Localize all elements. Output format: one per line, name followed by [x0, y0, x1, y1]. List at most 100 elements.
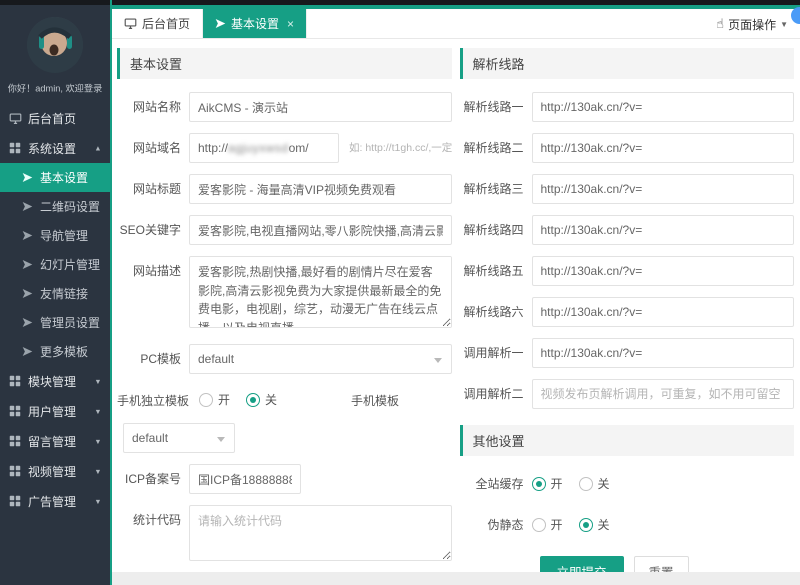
- form-row-call-parse-2: 调用解析二: [460, 379, 795, 409]
- call-parse-1-input[interactable]: [532, 338, 795, 368]
- form-row-site-name: 网站名称: [117, 92, 452, 122]
- mobile-independent-on-radio[interactable]: 开: [199, 385, 230, 415]
- tab-basic-settings[interactable]: 基本设置 ×: [203, 9, 307, 38]
- sidebar-item-admin-settings[interactable]: 管理员设置: [0, 308, 110, 337]
- sidebar-item-nav-management[interactable]: 导航管理: [0, 221, 110, 250]
- page-actions-label: 页面操作: [728, 16, 776, 33]
- sidebar-item-friend-links[interactable]: 友情链接: [0, 279, 110, 308]
- chevron-down-icon: ▼: [94, 377, 101, 385]
- chevron-down-icon: ▼: [94, 437, 101, 445]
- form-row-pc-template: PC模板 default: [117, 344, 452, 374]
- field-label: 调用解析一: [460, 338, 532, 368]
- sidebar-item-qrcode-settings[interactable]: 二维码设置: [0, 192, 110, 221]
- seo-keywords-input[interactable]: [189, 215, 452, 245]
- parse-line-4-input[interactable]: [532, 215, 795, 245]
- parse-line-1-input[interactable]: [532, 92, 795, 122]
- site-title-input[interactable]: [189, 174, 452, 204]
- rewrite-on-radio[interactable]: 开: [532, 510, 563, 540]
- radio-icon: [579, 518, 593, 532]
- parse-line-3-input[interactable]: [532, 174, 795, 204]
- sidebar-item-slides-management[interactable]: 幻灯片管理: [0, 250, 110, 279]
- sidebar: 你好！admin, 欢迎登录 后台首页 系统设置 ▲ 基本设置 二维码设置 导航…: [0, 5, 110, 585]
- hand-pointer-icon: ☝: [716, 16, 724, 32]
- cache-off-radio[interactable]: 关: [579, 469, 610, 499]
- domain-prefix: http://: [198, 141, 228, 155]
- modules-icon: [8, 464, 22, 478]
- radio-label: 开: [551, 510, 563, 540]
- tab-home[interactable]: 后台首页: [112, 9, 203, 38]
- sidebar-group-system[interactable]: 系统设置 ▲: [0, 133, 110, 163]
- sidebar-group-users[interactable]: 用户管理 ▼: [0, 396, 110, 426]
- mobile-independent-off-radio[interactable]: 关: [246, 385, 277, 415]
- radio-label: 关: [598, 469, 610, 499]
- site-description-textarea[interactable]: 爱客影院,热剧快播,最好看的剧情片尽在爱客影院,高清云影视免费为大家提供最新最全…: [189, 256, 452, 328]
- close-icon[interactable]: ×: [287, 17, 294, 31]
- paper-plane-icon: [22, 316, 35, 329]
- field-label: 网站域名: [117, 133, 189, 163]
- rewrite-off-radio[interactable]: 关: [579, 510, 610, 540]
- call-parse-2-input[interactable]: [532, 379, 795, 409]
- form-row-parse-line-2: 解析线路二: [460, 133, 795, 163]
- parse-lines-column: 解析线路 解析线路一 解析线路二 解析线路三 解析线路四 解析线路五: [460, 48, 795, 572]
- parse-line-5-input[interactable]: [532, 256, 795, 286]
- welcome-text: 你好！admin, 欢迎登录: [4, 81, 105, 95]
- sidebar-group-messages[interactable]: 留言管理 ▼: [0, 426, 110, 456]
- basic-settings-column: 基本设置 网站名称 网站域名 http://agjuyxwsdom/ 如: ht…: [117, 48, 452, 572]
- field-label: 统计代码: [117, 505, 189, 535]
- sidebar-item-label: 管理员设置: [40, 314, 100, 331]
- main-panel: 基本设置 网站名称 网站域名 http://agjuyxwsdom/ 如: ht…: [112, 39, 800, 572]
- notification-badge[interactable]: [791, 7, 800, 24]
- selected-option: default: [132, 431, 168, 445]
- sidebar-group-label: 视频管理: [28, 463, 76, 480]
- sidebar-group-label: 广告管理: [28, 493, 76, 510]
- selected-option: default: [198, 352, 234, 366]
- user-avatar[interactable]: [27, 17, 83, 73]
- modules-icon: [8, 141, 22, 155]
- field-label: 调用解析二: [460, 379, 532, 409]
- sidebar-group-modules[interactable]: 模块管理 ▼: [0, 366, 110, 396]
- sidebar-item-basic-settings[interactable]: 基本设置: [0, 163, 110, 192]
- site-name-input[interactable]: [189, 92, 452, 122]
- cache-on-radio[interactable]: 开: [532, 469, 563, 499]
- radio-label: 关: [265, 385, 277, 415]
- form-row-site-title: 网站标题: [117, 174, 452, 204]
- section-header-parse: 解析线路: [460, 48, 795, 79]
- chevron-down-icon: [217, 437, 225, 442]
- monitor-icon: [124, 17, 137, 30]
- form-row-parse-line-5: 解析线路五: [460, 256, 795, 286]
- stats-code-textarea[interactable]: [189, 505, 452, 561]
- sidebar-group-ads[interactable]: 广告管理 ▼: [0, 486, 110, 516]
- reset-button[interactable]: 重置: [634, 556, 689, 572]
- chevron-down-icon: [434, 358, 442, 363]
- field-label: 网站标题: [117, 174, 189, 204]
- sidebar-item-label: 导航管理: [40, 227, 88, 244]
- field-label: 解析线路三: [460, 174, 532, 204]
- icp-number-input[interactable]: [189, 464, 301, 494]
- paper-plane-icon: [22, 287, 35, 300]
- sidebar-group-videos[interactable]: 视频管理 ▼: [0, 456, 110, 486]
- sidebar-item-more-templates[interactable]: 更多模板: [0, 337, 110, 366]
- pc-template-select[interactable]: default: [189, 344, 452, 374]
- form-row-domain: 网站域名 http://agjuyxwsdom/ 如: http://t1gh.…: [117, 133, 452, 163]
- sidebar-group-label: 系统设置: [28, 140, 76, 157]
- mobile-template-select[interactable]: default: [123, 423, 235, 453]
- form-row-parse-line-6: 解析线路六: [460, 297, 795, 327]
- sidebar-item-label: 幻灯片管理: [40, 256, 100, 273]
- section-header-other: 其他设置: [460, 425, 795, 456]
- paper-plane-icon: [22, 258, 35, 271]
- parse-line-6-input[interactable]: [532, 297, 795, 327]
- chevron-down-icon: ▼: [94, 407, 101, 415]
- radio-icon: [532, 477, 546, 491]
- form-row-parse-line-4: 解析线路四: [460, 215, 795, 245]
- avatar-image: [27, 17, 83, 73]
- site-domain-input[interactable]: http://agjuyxwsdom/: [189, 133, 339, 163]
- field-label: 网站描述: [117, 256, 189, 286]
- parse-line-2-input[interactable]: [532, 133, 795, 163]
- page-actions-button[interactable]: ☝ 页面操作 ▼: [716, 9, 788, 39]
- sidebar-user-box: 你好！admin, 欢迎登录: [0, 5, 110, 95]
- form-row-rewrite: 伪静态 开 关: [460, 510, 795, 540]
- sidebar-item-home[interactable]: 后台首页: [0, 103, 110, 133]
- submit-button[interactable]: 立即提交: [540, 556, 624, 572]
- sidebar-accent-divider: [110, 0, 112, 585]
- sidebar-item-label: 后台首页: [28, 110, 76, 127]
